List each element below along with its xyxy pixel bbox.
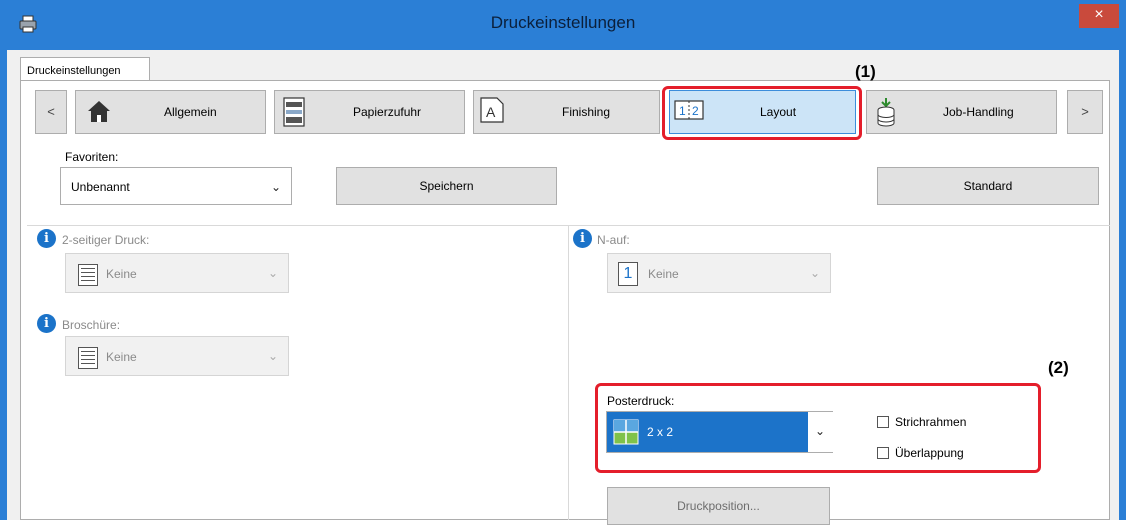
poster-label: Posterdruck: bbox=[607, 394, 675, 408]
ueberlappung-label: Überlappung bbox=[895, 446, 964, 460]
nav-item-label: Papierzufuhr bbox=[353, 105, 422, 119]
nup-value: Keine bbox=[648, 267, 679, 281]
svg-text:A: A bbox=[486, 104, 496, 120]
chevron-down-icon: ⌄ bbox=[267, 349, 278, 363]
nav-item-papierzufuhr[interactable]: Papierzufuhr bbox=[274, 90, 465, 134]
favoriten-value: Unbenannt bbox=[71, 180, 130, 194]
chevron-down-icon: ⌄ bbox=[815, 424, 826, 438]
printer-tray-icon bbox=[283, 97, 305, 130]
brochure-select[interactable]: Keine ⌄ bbox=[65, 336, 289, 376]
nav-prev-button[interactable]: < bbox=[35, 90, 67, 134]
poster-grid-icon bbox=[613, 419, 639, 448]
document-icon bbox=[78, 347, 98, 369]
nav-item-allgemein[interactable]: Allgemein bbox=[75, 90, 266, 134]
nav-item-label: Finishing bbox=[562, 105, 611, 119]
document-icon bbox=[78, 264, 98, 286]
database-icon bbox=[875, 97, 897, 130]
brochure-value: Keine bbox=[106, 350, 137, 364]
annotation-1: (1) bbox=[855, 62, 876, 81]
annotation-2: (2) bbox=[1048, 358, 1069, 377]
brochure-label: Broschüre: bbox=[62, 318, 121, 332]
nav-item-label: Job-Handling bbox=[943, 105, 1014, 119]
nup-select[interactable]: 1 Keine ⌄ bbox=[607, 253, 831, 293]
strichrahmen-label: Strichrahmen bbox=[895, 415, 967, 429]
chevron-down-icon: ⌄ bbox=[267, 266, 278, 280]
ueberlappung-checkbox[interactable] bbox=[877, 447, 889, 459]
nup-label: N-auf: bbox=[597, 233, 630, 247]
speichern-button[interactable]: Speichern bbox=[336, 167, 557, 205]
window-title: Druckeinstellungen bbox=[490, 13, 636, 32]
info-icon: i bbox=[37, 314, 56, 333]
nav-item-label: Allgemein bbox=[164, 105, 217, 119]
tab-druckeinstellungen[interactable]: Druckeinstellungen bbox=[20, 57, 150, 82]
strichrahmen-checkbox[interactable] bbox=[877, 416, 889, 428]
duplex-value: Keine bbox=[106, 267, 137, 281]
info-icon: i bbox=[573, 229, 592, 248]
column-divider bbox=[568, 226, 569, 520]
nav-item-finishing[interactable]: A Finishing bbox=[473, 90, 660, 134]
nav-item-job-handling[interactable]: Job-Handling bbox=[866, 90, 1057, 134]
druckposition-button[interactable]: Druckposition... bbox=[607, 487, 830, 525]
poster-dropdown-area[interactable]: ⌄ bbox=[808, 412, 833, 452]
close-button[interactable]: × bbox=[1079, 4, 1119, 28]
poster-select[interactable]: 2 x 2 ⌄ bbox=[606, 411, 833, 453]
duplex-select[interactable]: Keine ⌄ bbox=[65, 253, 289, 293]
page-a-icon: A bbox=[480, 97, 504, 126]
highlight-layout bbox=[662, 86, 862, 140]
chevron-down-icon: ⌄ bbox=[809, 266, 820, 280]
poster-value: 2 x 2 bbox=[647, 425, 674, 439]
n-up-one-icon: 1 bbox=[618, 262, 638, 286]
chevron-down-icon: ⌄ bbox=[270, 180, 281, 194]
favoriten-label: Favoriten: bbox=[65, 150, 119, 164]
house-icon bbox=[86, 99, 112, 128]
favoriten-select[interactable]: Unbenannt ⌄ bbox=[60, 167, 292, 205]
duplex-label: 2-seitiger Druck: bbox=[62, 233, 150, 247]
info-icon: i bbox=[37, 229, 56, 248]
standard-button[interactable]: Standard bbox=[877, 167, 1099, 205]
nav-next-button[interactable]: > bbox=[1067, 90, 1103, 134]
